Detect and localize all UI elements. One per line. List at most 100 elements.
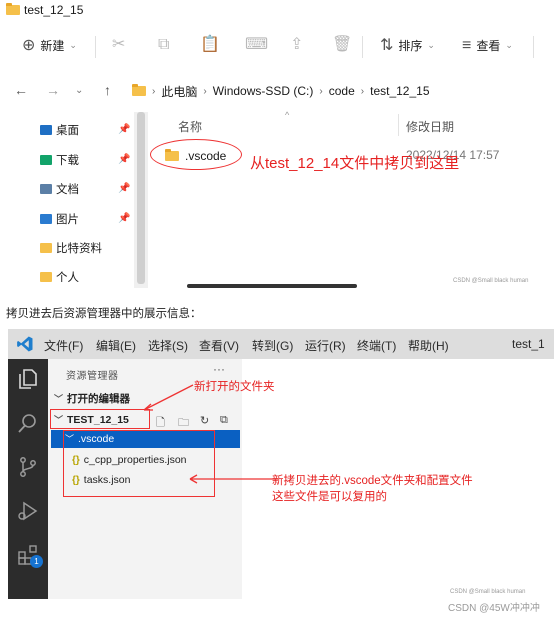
copy-button[interactable]: ⧉ bbox=[158, 37, 169, 53]
forward-arrow-icon[interactable]: → bbox=[46, 82, 60, 98]
run-debug-icon[interactable] bbox=[16, 499, 40, 523]
paste-button[interactable]: 📋 bbox=[200, 37, 220, 53]
highlight-box-files bbox=[63, 430, 215, 497]
column-header-name[interactable]: 名称 bbox=[178, 118, 202, 135]
chevron-down-icon: ⌄ bbox=[69, 40, 77, 50]
plus-circle-icon: ⊕ bbox=[22, 36, 36, 54]
sidebar-title: 资源管理器 bbox=[66, 371, 119, 382]
view-button-label: 查看 bbox=[476, 39, 501, 53]
rename-button[interactable]: ⌨ bbox=[245, 37, 268, 53]
divider bbox=[533, 36, 534, 58]
breadcrumb-item[interactable]: code bbox=[329, 84, 355, 98]
menu-go[interactable]: 转到(G) bbox=[252, 337, 293, 354]
watermark: CSDN @Small black human bbox=[453, 278, 529, 284]
highlight-ellipse bbox=[150, 139, 242, 170]
chevron-right-icon: › bbox=[152, 85, 156, 97]
collapse-all-icon[interactable]: ⧉ bbox=[220, 414, 228, 427]
source-control-icon[interactable] bbox=[16, 455, 40, 479]
menu-terminal[interactable]: 终端(T) bbox=[357, 337, 396, 354]
sidebar-item-bit-materials[interactable]: 比特资料 bbox=[40, 240, 102, 256]
chevron-right-icon: › bbox=[360, 85, 365, 97]
window-title-text: test_12_15 bbox=[24, 3, 84, 17]
sidebar-item-personal[interactable]: 个人 bbox=[40, 269, 79, 285]
annotation-copied-files-line2: 这些文件是可以复用的 bbox=[272, 491, 387, 503]
pin-icon[interactable]: 📌 bbox=[118, 124, 130, 135]
address-bar[interactable]: › 此电脑 › Windows-SSD (C:) › code › test_1… bbox=[132, 79, 552, 103]
paste-icon: 📋 bbox=[200, 36, 220, 53]
sidebar-item-label: 比特资料 bbox=[56, 243, 102, 255]
menu-selection[interactable]: 选择(S) bbox=[148, 337, 188, 354]
pin-icon[interactable]: 📌 bbox=[118, 154, 130, 165]
chevron-right-icon: › bbox=[203, 85, 207, 97]
open-editors-section[interactable]: ﹀ 打开的编辑器 bbox=[54, 391, 130, 406]
sort-button[interactable]: ⇅ 排序 ⌄ bbox=[380, 37, 435, 54]
recent-chevron-icon[interactable]: ⌄ bbox=[75, 85, 83, 96]
download-icon bbox=[40, 155, 52, 165]
delete-button[interactable]: 🗑 bbox=[332, 37, 352, 53]
share-icon: ⇪ bbox=[290, 36, 304, 53]
cut-button[interactable]: ✂ bbox=[112, 37, 125, 53]
sort-arrow-icon: ^ bbox=[285, 110, 290, 120]
search-icon[interactable] bbox=[16, 411, 40, 435]
new-button[interactable]: ⊕ 新建 ⌄ bbox=[22, 37, 77, 54]
sidebar-item-pictures[interactable]: 图片 bbox=[40, 211, 79, 227]
menu-file[interactable]: 文件(F) bbox=[44, 337, 83, 354]
arrow-to-folder bbox=[143, 384, 194, 411]
up-arrow-icon[interactable]: ↑ bbox=[104, 82, 111, 98]
divider bbox=[95, 36, 96, 58]
chevron-right-icon: › bbox=[319, 85, 323, 97]
sidebar-item-label: 文档 bbox=[56, 184, 79, 196]
copy-annotation: 从test_12_14文件中拷贝到这里 bbox=[250, 155, 460, 172]
breadcrumb-item[interactable]: Windows-SSD (C:) bbox=[213, 84, 314, 98]
folder-icon bbox=[6, 3, 20, 15]
caption-text: 拷贝进去后资源管理器中的展示信息： bbox=[6, 308, 202, 320]
menu-view[interactable]: 查看(V) bbox=[199, 337, 239, 354]
more-actions-icon[interactable]: ··· bbox=[213, 362, 225, 376]
pin-icon[interactable]: 📌 bbox=[118, 183, 130, 194]
sidebar-item-label: 桌面 bbox=[56, 125, 79, 137]
sidebar-item-desktop[interactable]: 桌面 bbox=[40, 122, 79, 138]
sort-button-label: 排序 bbox=[398, 39, 423, 53]
sort-icon: ⇅ bbox=[380, 36, 394, 54]
sidebar-item-downloads[interactable]: 下载 bbox=[40, 152, 79, 168]
arrow-to-files bbox=[189, 474, 278, 484]
folder-icon bbox=[132, 84, 146, 96]
back-arrow-icon[interactable]: ← bbox=[14, 82, 28, 98]
sidebar-item-documents[interactable]: 文档 bbox=[40, 181, 79, 197]
chevron-down-icon: ⌄ bbox=[505, 40, 513, 50]
copy-icon: ⧉ bbox=[158, 36, 170, 53]
annotation-new-folder: 新打开的文件夹 bbox=[194, 381, 275, 393]
file-explorer-window: test_12_15 ⊕ 新建 ⌄ ✂ ⧉ 📋 ⌨ ⇪ 🗑 ⇅ 排序 ⌄ ≡ 查… bbox=[0, 0, 554, 292]
share-button[interactable]: ⇪ bbox=[290, 37, 303, 53]
annotation-copied-files-line1: 新拷贝进去的.vscode文件夹和配置文件 bbox=[272, 475, 473, 487]
view-list-icon: ≡ bbox=[462, 36, 472, 54]
refresh-icon[interactable]: ↻ bbox=[200, 414, 209, 427]
breadcrumb-item[interactable]: 此电脑 bbox=[161, 83, 197, 100]
column-header-modified[interactable]: 修改日期 bbox=[406, 118, 454, 135]
breadcrumb-item[interactable]: test_12_15 bbox=[370, 84, 429, 98]
activity-bar: 1 bbox=[8, 359, 48, 599]
rename-icon: ⌨ bbox=[245, 36, 269, 53]
window-title: test_12_15 bbox=[6, 3, 83, 17]
folder-icon bbox=[40, 243, 52, 253]
extensions-badge: 1 bbox=[30, 555, 43, 568]
open-editors-label: 打开的编辑器 bbox=[67, 393, 131, 405]
divider bbox=[362, 36, 363, 58]
footer-watermark: CSDN @45W冲冲冲 bbox=[448, 603, 540, 614]
sidebar-scrollbar-thumb[interactable] bbox=[137, 112, 145, 284]
documents-icon bbox=[40, 184, 52, 194]
column-divider[interactable] bbox=[398, 114, 399, 136]
menu-edit[interactable]: 编辑(E) bbox=[96, 337, 136, 354]
chevron-right-icon: ﹀ bbox=[54, 394, 64, 404]
explorer-files-icon[interactable] bbox=[16, 367, 40, 391]
horizontal-scrollbar[interactable] bbox=[187, 284, 357, 288]
sidebar-item-label: 下载 bbox=[56, 155, 79, 167]
command-bar: ⊕ 新建 ⌄ ✂ ⧉ 📋 ⌨ ⇪ 🗑 ⇅ 排序 ⌄ ≡ 查看 ⌄ bbox=[0, 28, 554, 66]
menu-help[interactable]: 帮助(H) bbox=[408, 337, 449, 354]
menu-run[interactable]: 运行(R) bbox=[305, 337, 346, 354]
pin-icon[interactable]: 📌 bbox=[118, 213, 130, 224]
window-title-partial: test_1 bbox=[512, 337, 545, 351]
new-button-label: 新建 bbox=[40, 39, 65, 53]
view-button[interactable]: ≡ 查看 ⌄ bbox=[462, 37, 513, 54]
vscode-logo-icon bbox=[17, 336, 33, 352]
